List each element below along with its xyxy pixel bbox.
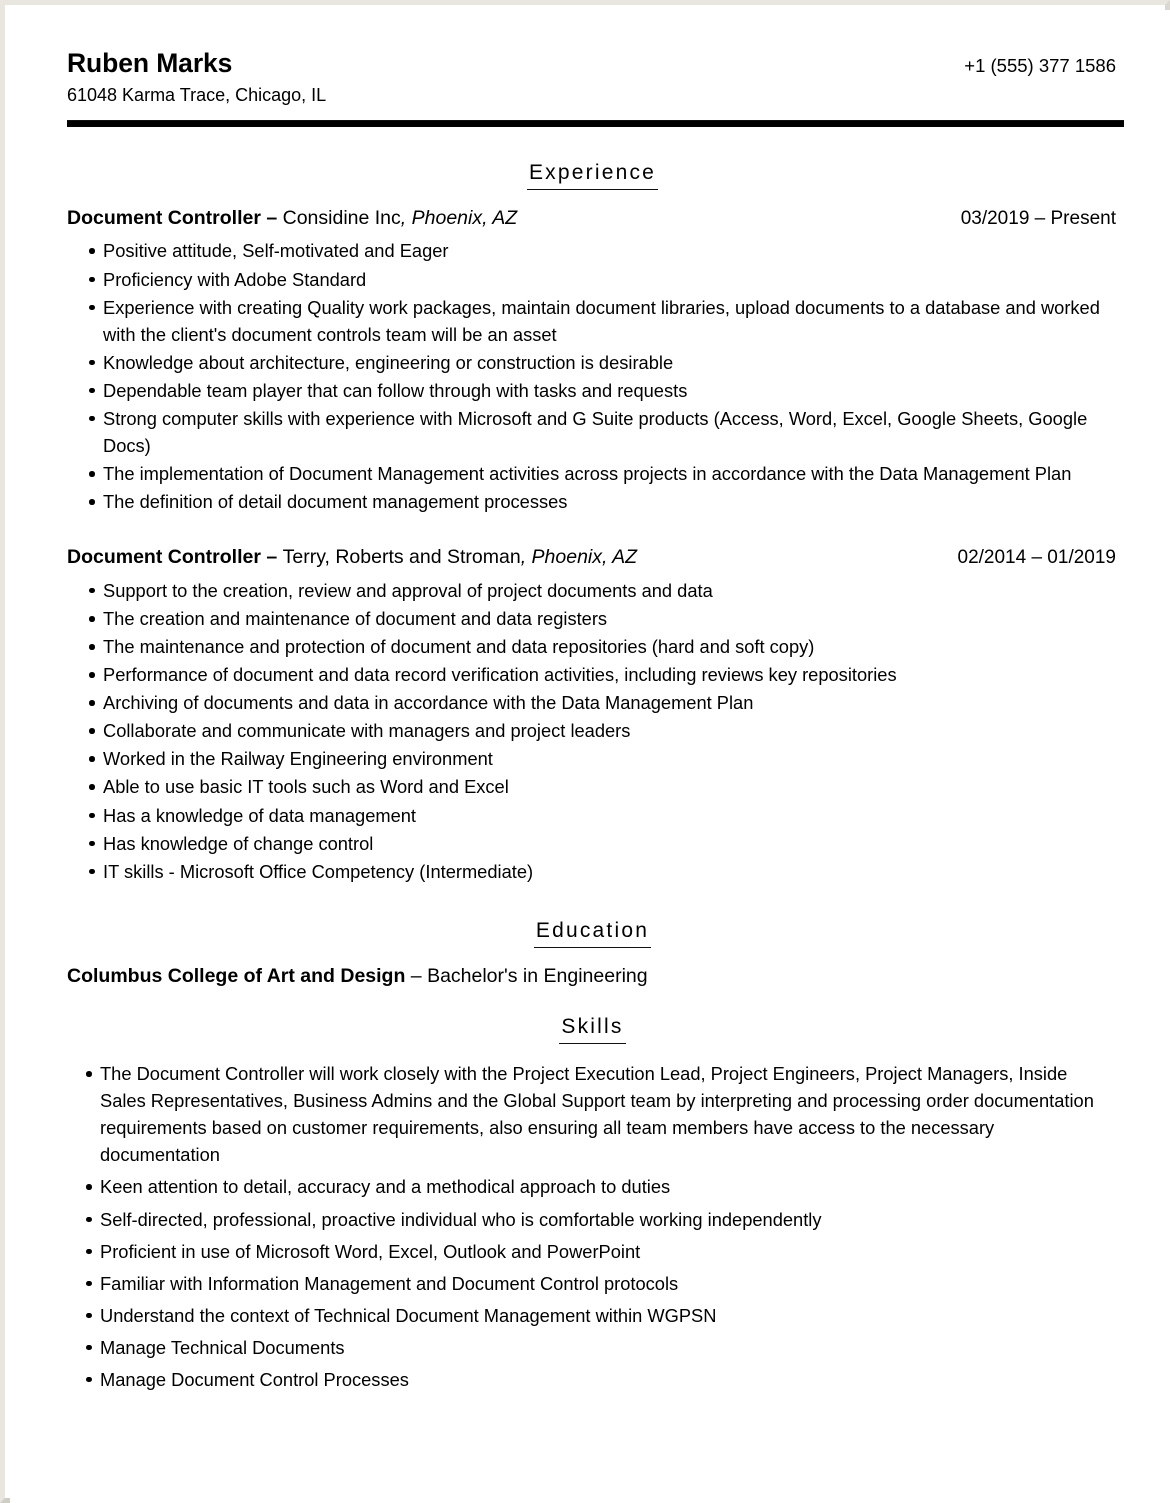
experience-entry: Document Controller – Considine Inc, Pho… — [67, 206, 1118, 515]
list-item: Knowledge about architecture, engineerin… — [67, 349, 1118, 376]
list-item: Strong computer skills with experience w… — [67, 405, 1118, 459]
list-item: The Document Controller will work closel… — [67, 1060, 1106, 1168]
skills-bullet-list: The Document Controller will work closel… — [67, 1060, 1118, 1393]
section-heading-education-label: Education — [533, 919, 652, 948]
list-item: Proficient in use of Microsoft Word, Exc… — [67, 1238, 1106, 1265]
phone-number: +1 (555) 377 1586 — [964, 55, 1116, 76]
list-item: The creation and maintenance of document… — [67, 605, 1118, 632]
resume-header: Ruben Marks +1 (555) 377 1586 — [67, 48, 1118, 78]
experience-entry: Document Controller – Terry, Roberts and… — [67, 545, 1118, 885]
list-item: Dependable team player that can follow t… — [67, 377, 1118, 404]
list-item: Support to the creation, review and appr… — [67, 577, 1118, 604]
education-school: Columbus College of Art and Design — [67, 964, 406, 987]
list-item: Proficiency with Adobe Standard — [67, 266, 1118, 293]
list-item: Familiar with Information Management and… — [67, 1270, 1106, 1297]
experience-entry-header: Document Controller – Considine Inc, Pho… — [67, 206, 1118, 232]
job-location: , Phoenix, AZ — [400, 206, 518, 229]
job-role: Document Controller — [67, 546, 261, 569]
list-item: Keen attention to detail, accuracy and a… — [67, 1173, 1106, 1200]
header-divider — [67, 119, 1124, 127]
job-organization: Terry, Roberts and Stroman — [282, 546, 521, 569]
list-item: Experience with creating Quality work pa… — [67, 294, 1118, 348]
list-item: Performance of document and data record … — [67, 661, 1118, 688]
section-heading-experience: Experience — [67, 161, 1118, 190]
list-item: The maintenance and protection of docume… — [67, 633, 1118, 660]
list-item: Archiving of documents and data in accor… — [67, 689, 1118, 716]
title-separator: – — [260, 546, 283, 569]
resume-page: Ruben Marks +1 (555) 377 1586 61048 Karm… — [10, 10, 1170, 1503]
list-item: Has knowledge of change control — [67, 830, 1118, 857]
experience-bullet-list: Positive attitude, Self-motivated and Ea… — [67, 237, 1118, 515]
experience-entry-title: Document Controller – Considine Inc, Pho… — [67, 206, 517, 231]
resume-content: Ruben Marks +1 (555) 377 1586 61048 Karm… — [10, 10, 1170, 1393]
list-item: Manage Technical Documents — [67, 1334, 1106, 1361]
section-heading-skills-label: Skills — [559, 1015, 626, 1045]
section-heading-experience-label: Experience — [526, 161, 659, 190]
list-item: The definition of detail document manage… — [67, 488, 1118, 515]
page-title: Ruben Marks — [67, 48, 233, 78]
list-item: Positive attitude, Self-motivated and Ea… — [67, 237, 1118, 264]
job-role: Document Controller — [67, 206, 261, 229]
education-separator: – — [405, 964, 428, 987]
section-heading-education: Education — [67, 919, 1118, 948]
list-item: Understand the context of Technical Docu… — [67, 1302, 1106, 1329]
list-item: Worked in the Railway Engineering enviro… — [67, 745, 1118, 772]
address-line: 61048 Karma Trace, Chicago, IL — [67, 85, 327, 106]
list-item: Able to use basic IT tools such as Word … — [67, 773, 1118, 800]
experience-bullet-list: Support to the creation, review and appr… — [67, 577, 1118, 885]
job-organization: Considine Inc — [282, 206, 401, 229]
job-location: , Phoenix, AZ — [520, 546, 638, 569]
list-item: Self-directed, professional, proactive i… — [67, 1206, 1106, 1233]
list-item: IT skills - Microsoft Office Competency … — [67, 858, 1118, 885]
title-separator: – — [260, 206, 283, 229]
job-dates: 02/2014 – 01/2019 — [957, 547, 1117, 569]
education-degree: Bachelor's in Engineering — [427, 964, 648, 987]
list-item: The implementation of Document Managemen… — [67, 460, 1118, 487]
list-item: Collaborate and communicate with manager… — [67, 717, 1118, 744]
experience-entry-title: Document Controller – Terry, Roberts and… — [67, 545, 637, 570]
entry-spacer — [67, 519, 1118, 545]
education-entry: Columbus College of Art and Design – Bac… — [67, 964, 1118, 989]
page-frame: Ruben Marks +1 (555) 377 1586 61048 Karm… — [0, 0, 1170, 1503]
list-item: Has a knowledge of data management — [67, 802, 1118, 829]
experience-entry-header: Document Controller – Terry, Roberts and… — [67, 545, 1118, 571]
section-heading-skills: Skills — [67, 1015, 1118, 1045]
list-item: Manage Document Control Processes — [67, 1366, 1106, 1393]
job-dates: 03/2019 – Present — [960, 207, 1116, 229]
